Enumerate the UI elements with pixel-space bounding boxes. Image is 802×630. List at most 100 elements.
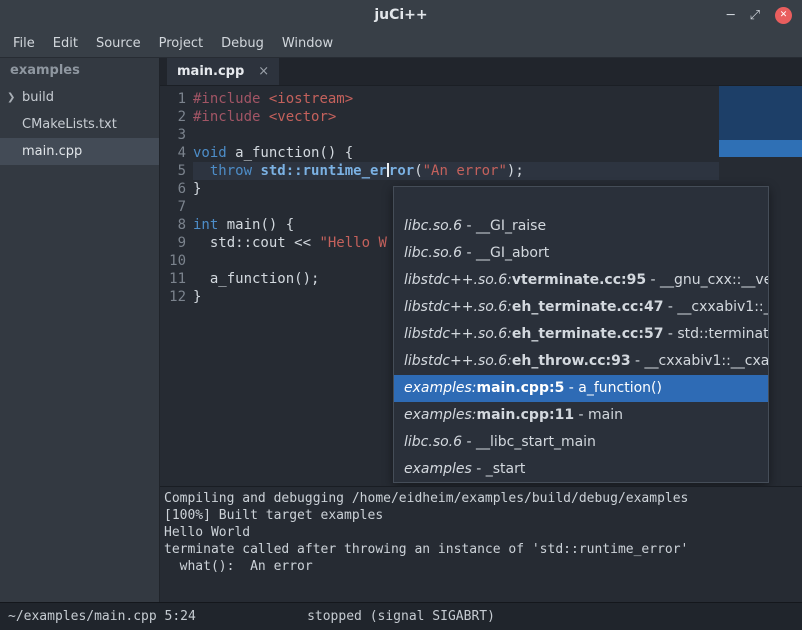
output-line: terminate called after throwing an insta…: [164, 541, 798, 558]
stack-frame-item[interactable]: examples:main.cpp:5 - a_function(): [394, 375, 768, 402]
code-token: ror: [389, 163, 414, 179]
output-line: [100%] Built target examples: [164, 507, 798, 524]
frame-module: libstdc++.so.6:: [404, 272, 512, 288]
restore-button[interactable]: ⤢: [750, 9, 760, 22]
titlebar: juCi++ ─ ⤢ ✕: [0, 0, 802, 30]
code-token: main() {: [218, 217, 294, 233]
stack-frame-item[interactable]: libstdc++.so.6:eh_terminate.cc:47 - __cx…: [394, 294, 768, 321]
stack-frame-popup: libc.so.6 - __GI_raiselibc.so.6 - __GI_a…: [393, 186, 769, 483]
line-number: 6: [160, 180, 193, 198]
code-token: int: [193, 217, 218, 233]
code-text: throw std::runtime_error("An error");: [193, 162, 524, 180]
menu-item-edit[interactable]: Edit: [44, 30, 87, 57]
tab-main-cpp[interactable]: main.cpp ×: [167, 58, 279, 85]
line-number: 2: [160, 108, 193, 126]
code-line: 1#include <iostream>: [160, 90, 802, 108]
status-bar: ~/examples/main.cpp 5:24 stopped (signal…: [0, 602, 802, 630]
stack-frame-item[interactable]: examples - _start: [394, 456, 768, 483]
main-body: examples ❯buildCMakeLists.txtmain.cpp ma…: [0, 58, 802, 602]
frame-symbol: - a_function(): [564, 380, 662, 396]
code-token: (: [414, 163, 422, 179]
code-text: int main() {: [193, 216, 294, 234]
frame-symbol: - main: [574, 407, 623, 423]
line-number: 4: [160, 144, 193, 162]
menu-item-file[interactable]: File: [4, 30, 44, 57]
code-token: "An error": [423, 163, 507, 179]
output-line: Compiling and debugging /home/eidheim/ex…: [164, 490, 798, 507]
code-token: std::cout <<: [193, 235, 319, 251]
stack-frame-item[interactable]: libstdc++.so.6:vterminate.cc:95 - __gnu_…: [394, 267, 768, 294]
code-token: std::runtime_er: [260, 163, 386, 179]
frame-symbol: - _start: [472, 461, 526, 477]
code-line: 2#include <vector>: [160, 108, 802, 126]
code-token: "Hello W: [319, 235, 386, 251]
output-panel[interactable]: Compiling and debugging /home/eidheim/ex…: [160, 486, 802, 602]
menu-item-project[interactable]: Project: [150, 30, 212, 57]
window-controls: ─ ⤢ ✕: [727, 0, 792, 30]
line-number: 8: [160, 216, 193, 234]
menu-item-debug[interactable]: Debug: [212, 30, 273, 57]
sidebar-item-build[interactable]: ❯build: [0, 84, 159, 111]
minimize-button[interactable]: ─: [727, 9, 735, 22]
line-number: 7: [160, 198, 193, 216]
line-number: 1: [160, 90, 193, 108]
frame-module: libstdc++.so.6:: [404, 326, 512, 342]
stack-frame-item[interactable]: libstdc++.so.6:eh_terminate.cc:57 - std:…: [394, 321, 768, 348]
frame-location: vterminate.cc:95: [512, 272, 646, 288]
tab-label: main.cpp: [177, 64, 244, 79]
window-title: juCi++: [0, 0, 802, 30]
stack-frame-item[interactable]: libc.so.6 - __GI_raise: [394, 213, 768, 240]
frame-module: libc.so.6: [404, 218, 462, 234]
code-token: <iostream>: [269, 91, 353, 107]
project-name-header: examples: [0, 58, 159, 84]
code-line: 4void a_function() {: [160, 144, 802, 162]
frame-location: eh_terminate.cc:57: [512, 326, 664, 342]
code-token: [260, 109, 268, 125]
code-text: a_function();: [193, 270, 319, 288]
stack-frame-item[interactable]: libstdc++.so.6:eh_throw.cc:93 - __cxxabi…: [394, 348, 768, 375]
menubar: FileEditSourceProjectDebugWindow: [0, 30, 802, 58]
stack-frame-list: libc.so.6 - __GI_raiselibc.so.6 - __GI_a…: [394, 213, 768, 483]
sidebar-item-main-cpp[interactable]: main.cpp: [0, 138, 159, 165]
code-text: #include <iostream>: [193, 90, 353, 108]
frame-module: libstdc++.so.6:: [404, 299, 512, 315]
code-text: #include <vector>: [193, 108, 336, 126]
code-token: [193, 163, 210, 179]
close-button[interactable]: ✕: [775, 7, 792, 24]
line-number: 10: [160, 252, 193, 270]
frame-module: examples:: [404, 407, 477, 423]
frame-module: examples: [404, 461, 472, 477]
output-line: Hello World: [164, 524, 798, 541]
code-token: <vector>: [269, 109, 336, 125]
editor-column: main.cpp × 1#include <iostream>2#include…: [160, 58, 802, 602]
frame-symbol: - __gnu_cxx::__verbos: [646, 272, 768, 288]
code-token: throw: [210, 163, 252, 179]
frame-location: eh_terminate.cc:47: [512, 299, 664, 315]
file-tree: ❯buildCMakeLists.txtmain.cpp: [0, 84, 159, 165]
frame-module: examples:: [404, 380, 477, 396]
code-token: #include: [193, 109, 260, 125]
line-number: 9: [160, 234, 193, 252]
stack-frame-item[interactable]: examples:main.cpp:11 - main: [394, 402, 768, 429]
stack-frame-item[interactable]: libc.so.6 - __libc_start_main: [394, 429, 768, 456]
frame-symbol: - __libc_start_main: [462, 434, 596, 450]
sidebar-item-cmakelists-txt[interactable]: CMakeLists.txt: [0, 111, 159, 138]
code-text: void a_function() {: [193, 144, 353, 162]
stack-frame-item[interactable]: libc.so.6 - __GI_abort: [394, 240, 768, 267]
tab-close-icon[interactable]: ×: [258, 64, 269, 79]
code-text: std::cout << "Hello W: [193, 234, 387, 252]
menu-item-window[interactable]: Window: [273, 30, 342, 57]
line-number: 3: [160, 126, 193, 144]
line-number: 11: [160, 270, 193, 288]
frame-symbol: - __GI_abort: [462, 245, 549, 261]
code-token: );: [507, 163, 524, 179]
frame-module: libstdc++.so.6:: [404, 353, 512, 369]
menu-item-source[interactable]: Source: [87, 30, 150, 57]
code-token: a_function() {: [227, 145, 353, 161]
code-editor[interactable]: 1#include <iostream>2#include <vector>34…: [160, 86, 802, 486]
code-text: }: [193, 288, 201, 306]
frame-module: libc.so.6: [404, 245, 462, 261]
code-line: 3: [160, 126, 802, 144]
code-token: }: [193, 289, 201, 305]
code-token: a_function();: [193, 271, 319, 287]
